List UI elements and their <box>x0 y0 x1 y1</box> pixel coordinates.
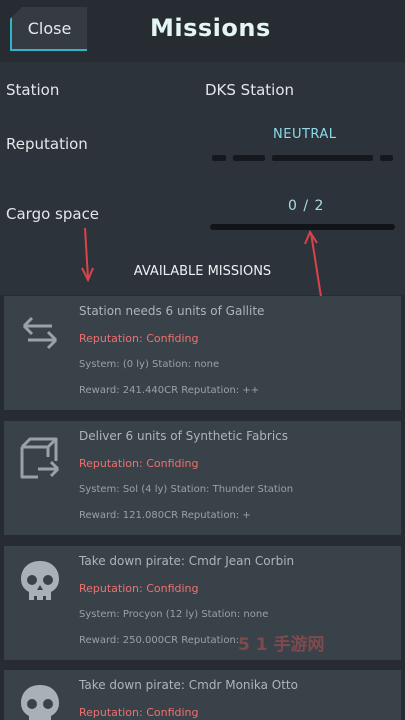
mission-card[interactable]: Take down pirate: Cmdr Monika Otto Reput… <box>4 670 401 720</box>
mission-card[interactable]: Deliver 6 units of Synthetic Fabrics Rep… <box>4 421 401 535</box>
mission-reputation: Reputation: Confiding <box>79 582 199 595</box>
mission-system: System: Procyon (12 ly) Station: none <box>79 609 269 620</box>
skull-icon <box>16 682 64 720</box>
watermark-logo: 5 1 手游网 <box>238 635 325 655</box>
cargo-delivery-icon <box>16 433 64 481</box>
mission-reputation: Reputation: Confiding <box>79 332 199 345</box>
mission-title: Take down pirate: Cmdr Monika Otto <box>79 678 298 692</box>
mission-reputation: Reputation: Confiding <box>79 457 199 470</box>
mission-card[interactable]: Take down pirate: Cmdr Jean Corbin Reput… <box>4 546 401 660</box>
mission-reward: Reward: 121.080CR Reputation: + <box>79 510 251 521</box>
mission-reward: Reward: 250.000CR Reputation: <box>79 635 240 646</box>
mission-title: Station needs 6 units of Gallite <box>79 304 265 318</box>
mission-title: Take down pirate: Cmdr Jean Corbin <box>79 554 295 568</box>
mission-system: System: (0 ly) Station: none <box>79 359 220 370</box>
mission-card[interactable]: Station needs 6 units of Gallite Reputat… <box>4 296 401 410</box>
mission-system: System: Sol (4 ly) Station: Thunder Stat… <box>79 484 294 495</box>
section-title: AVAILABLE MISSIONS <box>133 264 272 279</box>
swap-arrows-icon <box>16 308 64 356</box>
mission-reputation: Reputation: Confiding <box>79 706 199 719</box>
mission-reward: Reward: 241.440CR Reputation: ++ <box>79 385 260 396</box>
skull-icon <box>16 558 64 606</box>
mission-title: Deliver 6 units of Synthetic Fabrics <box>79 429 289 443</box>
